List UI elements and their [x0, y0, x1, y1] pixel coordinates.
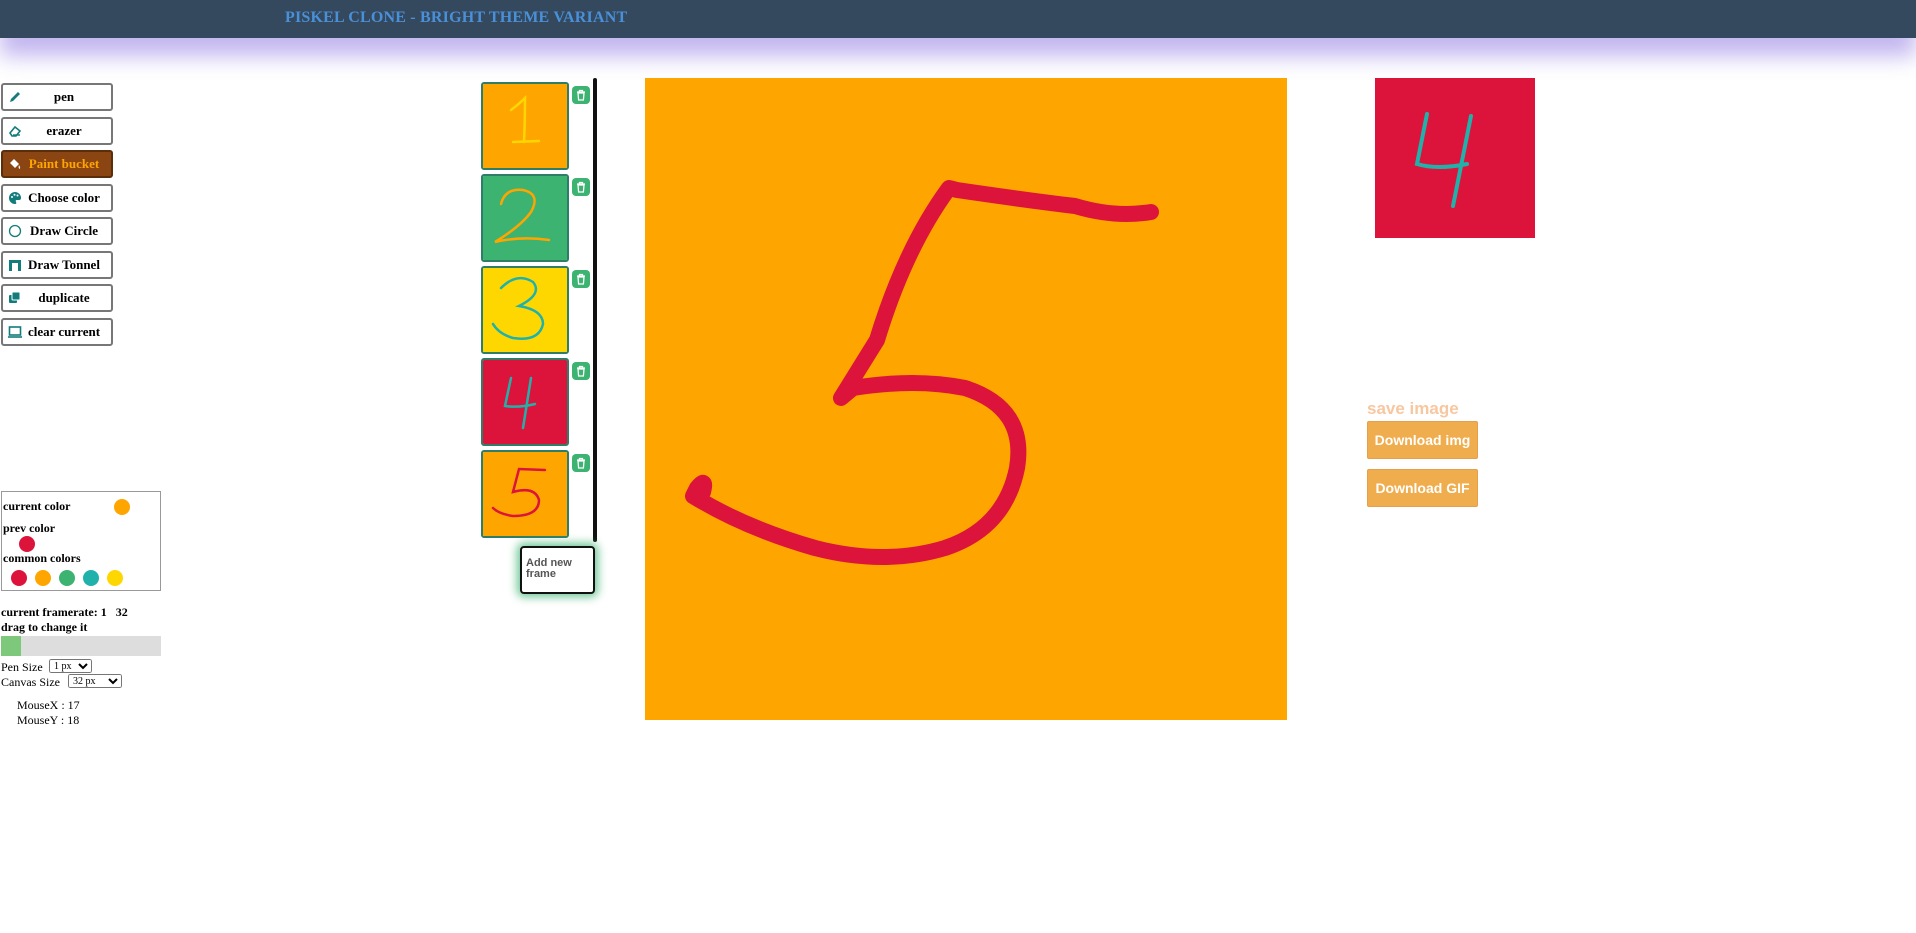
frame-thumbnail-2[interactable]	[481, 174, 569, 262]
frame-preview	[483, 360, 567, 444]
paint-bucket-icon	[7, 156, 23, 172]
tool-draw-tonnel-button[interactable]: Draw Tonnel	[1, 251, 113, 279]
trash-icon	[577, 273, 585, 285]
tool-label: erazer	[46, 123, 82, 138]
tool-eraser-button[interactable]: erazer	[1, 117, 113, 145]
mouse-y-readout: MouseY : 18	[17, 713, 80, 727]
prev-color-swatch[interactable]	[19, 536, 35, 552]
frame-preview	[483, 452, 567, 536]
app-header: PISKEL CLONE - BRIGHT THEME VARIANT	[0, 0, 1916, 38]
frame-thumbnail-5[interactable]	[481, 450, 569, 538]
tool-label: Draw Tonnel	[28, 257, 100, 272]
common-color-swatch[interactable]	[83, 570, 99, 586]
tool-paint-bucket-button[interactable]: Paint bucket	[1, 150, 113, 178]
framerate-label: current framerate:	[1, 605, 101, 619]
pen-size-label: Pen Size	[1, 660, 43, 674]
palette-icon	[7, 190, 23, 206]
download-gif-button[interactable]: Download GIF	[1367, 469, 1478, 507]
trash-icon	[577, 89, 585, 101]
tool-label: clear current	[27, 324, 101, 339]
canvas-size-label: Canvas Size	[1, 675, 60, 689]
common-color-swatch[interactable]	[35, 570, 51, 586]
frame-thumbnail-4[interactable]	[481, 358, 569, 446]
add-frame-button[interactable]: Add new frame	[520, 546, 595, 594]
tool-pen-button[interactable]: pen	[1, 83, 113, 111]
pen-size-select[interactable]: 1 px	[49, 659, 92, 673]
eraser-icon	[7, 123, 23, 139]
delete-frame-button[interactable]	[572, 270, 590, 288]
delete-frame-button[interactable]	[572, 454, 590, 472]
tool-choose-color-button[interactable]: Choose color	[1, 184, 113, 212]
framerate-value: 1	[100, 605, 107, 619]
common-color-swatch[interactable]	[59, 570, 75, 586]
common-color-swatch[interactable]	[11, 570, 27, 586]
framerate-slider-handle[interactable]	[1, 636, 21, 656]
canvas-size-select[interactable]: 32 px	[68, 674, 122, 688]
framerate-text: current framerate: 1 32	[1, 605, 128, 620]
tool-label: Draw Circle	[30, 223, 98, 238]
current-color-swatch[interactable]	[114, 499, 130, 515]
delete-frame-button[interactable]	[572, 178, 590, 196]
download-img-button[interactable]: Download img	[1367, 421, 1478, 459]
framerate-hint: drag to change it	[1, 620, 88, 634]
trash-icon	[577, 457, 585, 469]
current-color-label: current color	[3, 499, 71, 513]
tool-label: Choose color	[28, 190, 100, 205]
drawing-canvas[interactable]	[645, 78, 1287, 720]
framerate-max: 32	[115, 605, 128, 619]
framerate-slider[interactable]	[1, 636, 161, 656]
app-title: PISKEL CLONE - BRIGHT THEME VARIANT	[285, 9, 628, 26]
tool-clear-current-button[interactable]: clear current	[1, 318, 113, 346]
tunnel-icon	[7, 257, 23, 273]
delete-frame-button[interactable]	[572, 86, 590, 104]
tool-label: duplicate	[38, 290, 90, 305]
tool-label: pen	[53, 89, 75, 104]
frame-preview	[483, 176, 567, 260]
frames-divider	[593, 78, 597, 542]
tool-draw-circle-button[interactable]: Draw Circle	[1, 217, 113, 245]
duplicate-icon	[7, 290, 23, 306]
tool-label: Paint bucket	[28, 156, 100, 171]
color-palette: current color prev color common colors	[1, 491, 161, 591]
prev-color-label: prev color	[3, 521, 56, 535]
frame-thumbnail-1[interactable]	[481, 82, 569, 170]
trash-icon	[577, 365, 585, 377]
trash-icon	[577, 181, 585, 193]
frame-thumbnail-3[interactable]	[481, 266, 569, 354]
circle-icon	[7, 223, 23, 239]
preview-background	[1375, 78, 1535, 238]
frame-preview	[483, 268, 567, 352]
pen-icon	[7, 89, 23, 105]
tool-duplicate-button[interactable]: duplicate	[1, 284, 113, 312]
animation-preview	[1375, 78, 1535, 238]
delete-frame-button[interactable]	[572, 362, 590, 380]
common-colors-label: common colors	[3, 551, 81, 565]
frame-preview	[483, 84, 567, 168]
save-image-heading: save image	[1367, 399, 1459, 418]
mouse-x-readout: MouseX : 17	[17, 698, 80, 712]
canvas-background	[645, 78, 1287, 720]
common-color-swatch[interactable]	[107, 570, 123, 586]
monitor-icon	[7, 324, 23, 340]
